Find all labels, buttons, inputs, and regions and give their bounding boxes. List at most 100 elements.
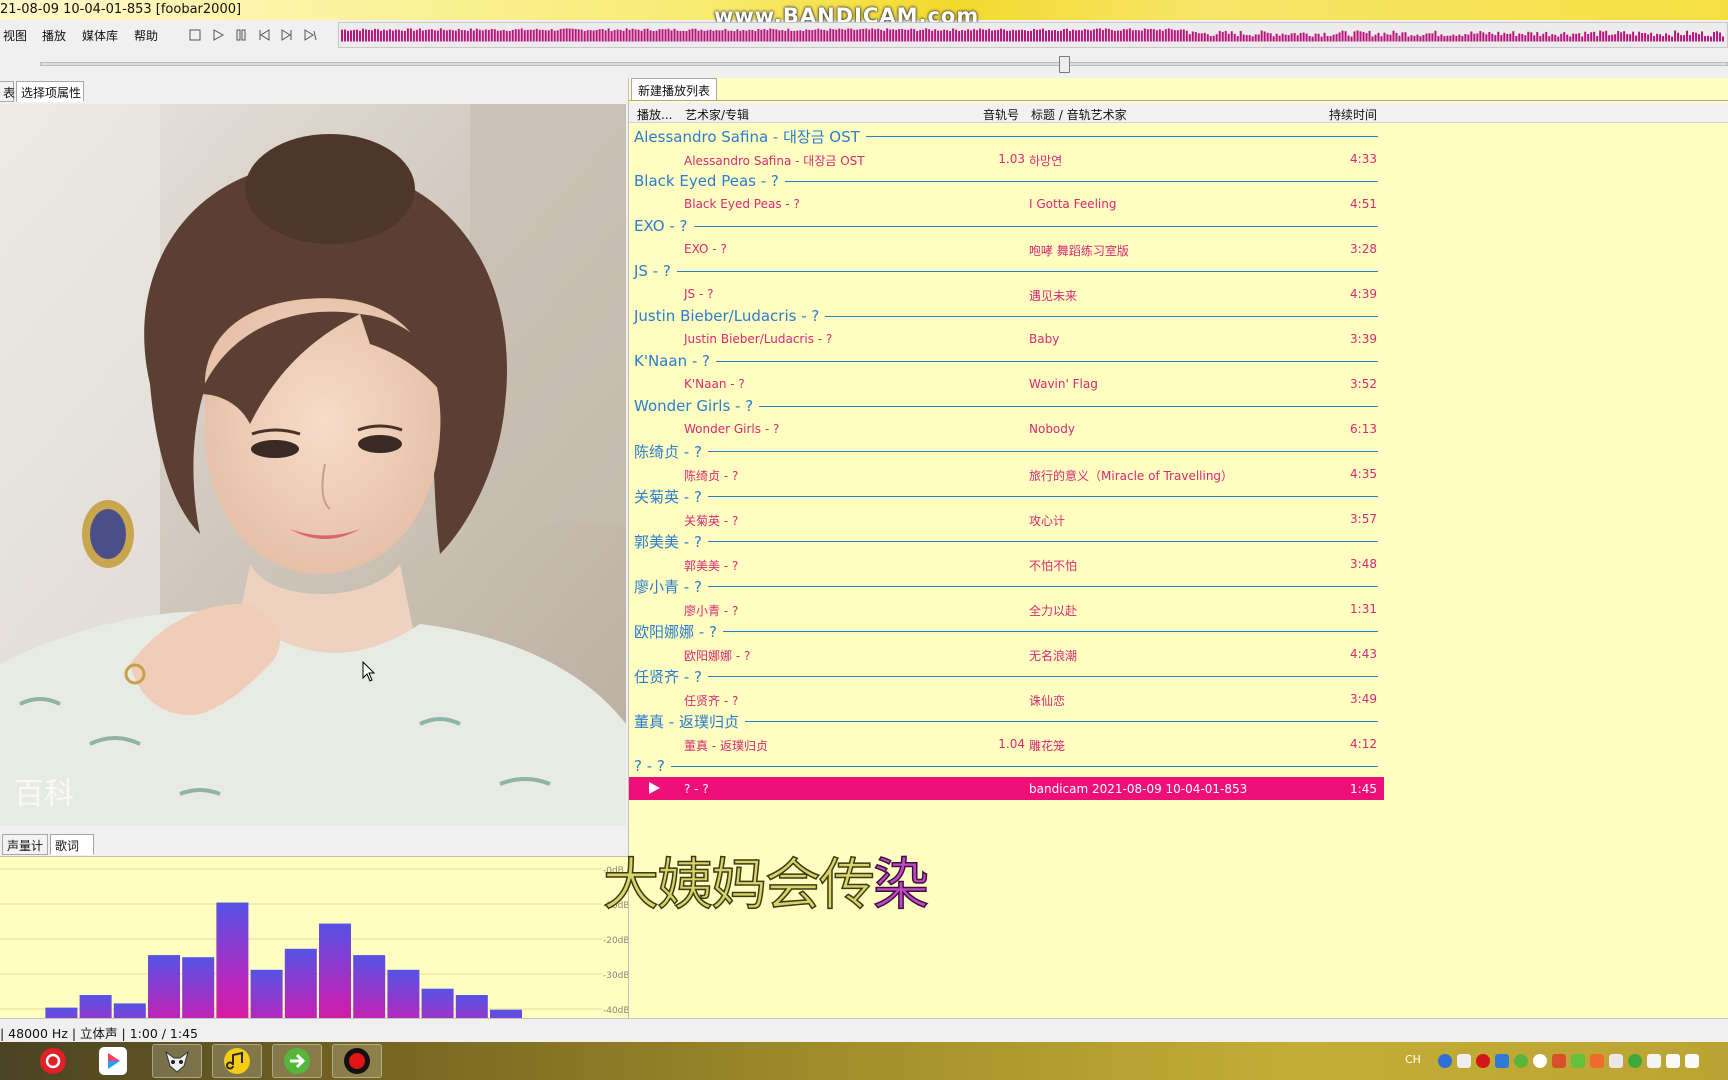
waveform-bar <box>1248 35 1251 42</box>
playlist-row[interactable]: 郭美美 - ? 不怕不怕 3:48 <box>629 552 1384 575</box>
network-speed-tray-icon[interactable] <box>1552 1054 1566 1068</box>
waveform-bar <box>1003 29 1006 42</box>
tab-volume-meter[interactable]: 声量计 <box>2 834 48 855</box>
random-icon[interactable] <box>301 26 319 44</box>
green-arrow-icon[interactable] <box>272 1044 322 1078</box>
playlist-group-header[interactable]: EXO - ? <box>629 215 1384 237</box>
mute-tray-icon[interactable] <box>1590 1054 1604 1068</box>
playlist-group-header[interactable]: 陈绮贞 - ? <box>629 440 1384 462</box>
waveform-bar <box>868 29 871 42</box>
menu-playback[interactable]: 播放 <box>42 27 66 44</box>
playlist-row[interactable]: 任贤齐 - ? 诛仙恋 3:49 <box>629 687 1384 710</box>
playlist-group-header[interactable]: 董真 - 返璞归贞 <box>629 710 1384 732</box>
playlist-row[interactable]: Wonder Girls - ? Nobody 6:13 <box>629 417 1384 440</box>
waveform-bar <box>1302 32 1305 42</box>
seekbar[interactable] <box>40 62 1728 66</box>
waveform-bar <box>577 29 580 42</box>
lyric-text: 大姨妈会传 <box>602 852 876 919</box>
playlist-group-header[interactable]: Wonder Girls - ? <box>629 395 1384 417</box>
update-tray-icon[interactable] <box>1571 1054 1585 1068</box>
playlist-row-now-playing[interactable]: ? - ? bandicam 2021-08-09 10-04-01-853 1:4… <box>629 777 1384 800</box>
youku-icon[interactable] <box>88 1044 138 1078</box>
menu-library[interactable]: 媒体库 <box>82 27 118 44</box>
record-tray-icon[interactable] <box>1476 1054 1490 1068</box>
row-duration: 4:39 <box>1350 287 1377 301</box>
volume-tray-icon[interactable] <box>1666 1054 1680 1068</box>
playlist-group-header[interactable]: Alessandro Safina - 대장금 OST <box>629 125 1384 147</box>
network-tray-icon[interactable] <box>1685 1054 1699 1068</box>
netease-music-icon[interactable] <box>28 1044 78 1078</box>
waveform-bar <box>1539 35 1542 42</box>
waveform-bar <box>1305 33 1308 42</box>
waveform-bar <box>1098 28 1101 42</box>
playlist-row[interactable]: Alessandro Safina - 대장금 OST 하망연 4:33 1.03 <box>629 147 1384 170</box>
playlist-row[interactable]: Black Eyed Peas - ? I Gotta Feeling 4:51 <box>629 192 1384 215</box>
security-tray-icon[interactable] <box>1514 1054 1528 1068</box>
previous-icon[interactable] <box>255 26 273 44</box>
tab-selection-properties[interactable]: 选择项属性 <box>16 81 84 102</box>
monitor-tray-icon[interactable] <box>1647 1054 1661 1068</box>
next-icon[interactable] <box>278 26 296 44</box>
stop-icon[interactable] <box>186 26 204 44</box>
playlist-group-header[interactable]: Black Eyed Peas - ? <box>629 170 1384 192</box>
waveform-bar <box>1659 34 1662 42</box>
record-icon[interactable] <box>332 1044 382 1078</box>
playlist-group-header[interactable]: 关菊英 - ? <box>629 485 1384 507</box>
waveform-bar <box>706 30 709 42</box>
waveform-bar <box>1473 33 1476 42</box>
playlist-row[interactable]: 董真 - 返璞归贞 雕花笼 4:12 1.04 <box>629 732 1384 755</box>
waveform-bar <box>1188 34 1191 42</box>
menu-view[interactable]: 视图 <box>3 27 27 44</box>
playlist-row[interactable]: JS - ? 遇见未来 4:39 <box>629 282 1384 305</box>
clipboard-tray-icon[interactable] <box>1457 1054 1471 1068</box>
playlist-group-header[interactable]: Justin Bieber/Ludacris - ? <box>629 305 1384 327</box>
playlist-group-header[interactable]: 任贤齐 - ? <box>629 665 1384 687</box>
playlist-group-header[interactable]: 欧阳娜娜 - ? <box>629 620 1384 642</box>
tab-new-playlist[interactable]: 新建播放列表 <box>631 78 718 100</box>
playlist-row[interactable]: 欧阳娜娜 - ? 无名浪潮 4:43 <box>629 642 1384 665</box>
pause-icon[interactable] <box>232 26 250 44</box>
waveform-bar <box>850 28 853 42</box>
col-playing[interactable]: 播放... <box>637 106 672 123</box>
tab-lyrics[interactable]: 歌词 <box>50 834 94 855</box>
waveform-bar <box>490 28 493 42</box>
playlist-group-header[interactable]: ? - ? <box>629 755 1384 777</box>
ime-indicator[interactable]: CH <box>1405 1053 1421 1066</box>
playlist-group-header[interactable]: K'Naan - ? <box>629 350 1384 372</box>
col-duration[interactable]: 持续时间 <box>1329 106 1377 123</box>
waveform-bar <box>652 31 655 42</box>
waveform-bar <box>565 28 568 42</box>
playlist-row[interactable]: K'Naan - ? Wavin' Flag 3:52 <box>629 372 1384 395</box>
waveform-bar <box>1545 31 1548 42</box>
playlist-row[interactable]: 廖小青 - ? 全力以赴 1:31 <box>629 597 1384 620</box>
waveform-bar <box>1476 33 1479 42</box>
left-panel: 表 选择项属性 百科 声量计 歌词 -0dB -10dB -20dB -30dB… <box>0 78 628 1080</box>
playlist-row[interactable]: 关菊英 - ? 攻心计 3:57 <box>629 507 1384 530</box>
help-tray-icon[interactable] <box>1438 1054 1452 1068</box>
playlist-row[interactable]: Justin Bieber/Ludacris - ? Baby 3:39 <box>629 327 1384 350</box>
col-artist-album[interactable]: 艺术家/专辑 <box>685 106 749 123</box>
row-artist: EXO - ? <box>684 242 727 256</box>
playlist-group-header[interactable]: 廖小青 - ? <box>629 575 1384 597</box>
keyboard-tray-icon[interactable] <box>1609 1054 1623 1068</box>
menu-help[interactable]: 帮助 <box>134 27 158 44</box>
playlist-row[interactable]: EXO - ? 咆哮 舞蹈练习室版 3:28 <box>629 237 1384 260</box>
fox-icon[interactable] <box>152 1044 202 1078</box>
playlist-row[interactable]: 陈绮贞 - ? 旅行的意义（Miracle of Travelling） 4:35 <box>629 462 1384 485</box>
shield-tray-icon[interactable] <box>1495 1054 1509 1068</box>
tab-playlist-list[interactable]: 表 <box>0 81 15 102</box>
waveform-bar <box>361 28 364 42</box>
browser-tray-icon[interactable] <box>1628 1054 1642 1068</box>
waveform-bar <box>1662 36 1665 42</box>
power-tray-icon[interactable] <box>1533 1054 1547 1068</box>
waveform-bar <box>508 30 511 42</box>
col-title-artist[interactable]: 标题 / 音轨艺术家 <box>1031 106 1127 123</box>
playlist-group-header[interactable]: JS - ? <box>629 260 1384 282</box>
row-title: Wavin' Flag <box>1029 377 1098 391</box>
col-track-number[interactable]: 音轨号 <box>983 106 1019 123</box>
waveform-bar <box>1293 33 1296 42</box>
playlist-group-header[interactable]: 郭美美 - ? <box>629 530 1384 552</box>
play-icon[interactable] <box>209 26 227 44</box>
music-player-icon[interactable] <box>212 1044 262 1078</box>
seekbar-thumb[interactable] <box>1059 56 1070 73</box>
